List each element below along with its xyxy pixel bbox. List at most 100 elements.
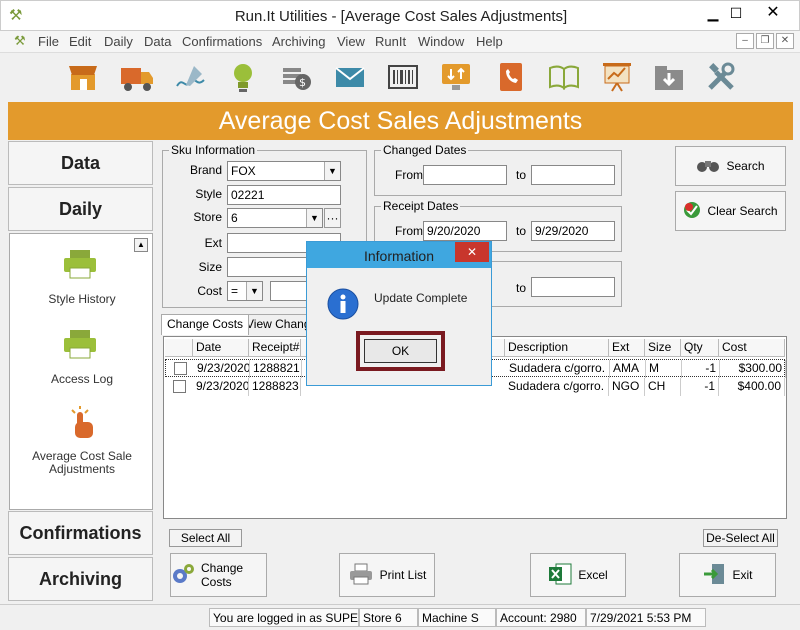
date-to-input[interactable]	[531, 277, 615, 297]
dialog-close-button[interactable]: ✕	[455, 242, 489, 262]
column-header-size[interactable]: Size	[645, 339, 681, 357]
print-list-button[interactable]: Print List	[339, 553, 435, 597]
excel-button[interactable]: Excel	[530, 553, 626, 597]
information-dialog: Information ✕ Update Complete OK	[306, 241, 492, 386]
status-bar: You are logged in as SUPER Store 6 Machi…	[0, 604, 800, 630]
receipt-from-input[interactable]: 9/20/2020	[423, 221, 507, 241]
dialog-body: Update Complete OK	[307, 268, 491, 385]
truck-icon[interactable]	[118, 58, 156, 96]
nav-confirmations-button[interactable]: Confirmations	[8, 511, 153, 555]
tools-icon[interactable]	[702, 58, 740, 96]
nav-item-average-cost-sale-adjustments[interactable]: Average Cost Sale Adjustments	[10, 406, 154, 486]
clear-search-button[interactable]: Clear Search	[675, 191, 786, 231]
presentation-icon[interactable]	[598, 58, 636, 96]
deselect-all-button[interactable]: De-Select All	[703, 529, 778, 547]
mdi-minimize-button[interactable]: –	[736, 33, 754, 49]
menu-confirmations[interactable]: Confirmations	[182, 34, 262, 49]
menu-view[interactable]: View	[337, 34, 365, 49]
menu-runit[interactable]: RunIt	[375, 34, 406, 49]
daily-items-panel: ▲ Style History Access Log Average Cost …	[9, 233, 153, 510]
nav-data-button[interactable]: Data	[8, 141, 153, 185]
column-header-ext[interactable]: Ext	[609, 339, 645, 357]
menu-data[interactable]: Data	[144, 34, 171, 49]
tab-view-change[interactable]: View Change	[240, 314, 310, 335]
receipt-to-input[interactable]: 9/29/2020	[531, 221, 615, 241]
store-browse-button[interactable]: ···	[324, 208, 341, 228]
search-button[interactable]: Search	[675, 146, 786, 186]
printer-icon	[62, 328, 102, 368]
dialog-title-bar: Information ✕	[307, 242, 491, 268]
row-cost: $300.00	[720, 360, 786, 378]
gears-icon	[171, 562, 195, 589]
column-header-date[interactable]: Date	[193, 339, 249, 357]
style-input[interactable]: 02221	[227, 185, 341, 205]
mdi-app-icon: ⚒	[14, 33, 26, 48]
select-all-button[interactable]: Select All	[169, 529, 242, 547]
changed-from-input[interactable]	[423, 165, 507, 185]
size-label: Size	[198, 260, 222, 274]
ext-label: Ext	[204, 236, 222, 250]
nav-daily-button[interactable]: Daily	[8, 187, 153, 231]
search-button-label: Search	[726, 159, 765, 173]
close-button[interactable]: ✕	[756, 1, 790, 25]
barcode-icon[interactable]	[384, 58, 422, 96]
nav-item-style-history[interactable]: Style History	[10, 244, 154, 310]
menu-archiving[interactable]: Archiving	[272, 34, 325, 49]
mail-icon[interactable]	[331, 58, 369, 96]
brand-select[interactable]: FOX ▼	[227, 161, 341, 181]
column-header-description[interactable]: Description	[505, 339, 609, 357]
changed-to-input[interactable]	[531, 165, 615, 185]
clear-icon	[683, 201, 701, 222]
cost-operator-select[interactable]: = ▼	[227, 281, 263, 301]
menu-daily[interactable]: Daily	[104, 34, 133, 49]
row-size: CH	[645, 378, 681, 396]
mdi-close-button[interactable]: ✕	[776, 33, 794, 49]
ok-button[interactable]: OK	[364, 339, 437, 363]
tab-change-costs[interactable]: Change Costs	[161, 314, 250, 335]
brand-label: Brand	[189, 163, 222, 177]
excel-icon	[548, 562, 572, 589]
store-select[interactable]: 6 ▼	[227, 208, 323, 228]
status-datetime: 7/29/2021 5:53 PM	[586, 608, 706, 627]
row-description: Sudadera c/gorro.	[505, 378, 609, 396]
nav-archiving-button[interactable]: Archiving	[8, 557, 153, 601]
menu-edit[interactable]: Edit	[69, 34, 91, 49]
row-date: 9/23/2020	[193, 378, 249, 396]
nav-item-label: Style History	[48, 292, 116, 306]
lightbulb-icon[interactable]	[224, 58, 262, 96]
row-checkbox[interactable]	[173, 380, 186, 393]
info-icon	[327, 288, 359, 320]
exit-button[interactable]: Exit	[679, 553, 776, 597]
chevron-down-icon: ▼	[306, 209, 322, 227]
window-title: Run.It Utilities - [Average Cost Sales A…	[234, 8, 568, 25]
column-header-qty[interactable]: Qty	[681, 339, 719, 357]
book-icon[interactable]	[545, 58, 583, 96]
printer-icon	[62, 248, 102, 288]
phone-book-icon[interactable]	[491, 58, 529, 96]
store-icon[interactable]	[64, 58, 102, 96]
page-banner: Average Cost Sales Adjustments	[8, 102, 793, 140]
maximize-button[interactable]: ☐	[719, 1, 753, 25]
nav-item-label: Average Cost Sale Adjustments	[32, 449, 132, 476]
money-icon[interactable]: $	[277, 58, 315, 96]
signature-icon[interactable]	[172, 58, 210, 96]
download-box-icon[interactable]	[650, 58, 688, 96]
menu-help[interactable]: Help	[476, 34, 503, 49]
nav-item-label: Access Log	[50, 372, 114, 386]
column-header-receipt[interactable]: Receipt#	[249, 339, 301, 357]
receipt-from-label: From	[395, 224, 423, 238]
transfer-icon[interactable]	[437, 58, 475, 96]
change-costs-button[interactable]: Change Costs	[170, 553, 267, 597]
mdi-restore-button[interactable]: ❐	[756, 33, 774, 49]
cost-operator-value: =	[231, 284, 239, 298]
column-header-cost[interactable]: Cost	[719, 339, 785, 357]
nav-item-access-log[interactable]: Access Log	[10, 324, 154, 390]
row-qty: -1	[681, 378, 719, 396]
group-title: Sku Information	[169, 143, 258, 157]
row-description: Sudadera c/gorro.	[506, 360, 610, 378]
cost-label: Cost	[197, 284, 222, 298]
status-machine: Machine S	[418, 608, 496, 627]
row-checkbox[interactable]	[174, 362, 187, 375]
menu-window[interactable]: Window	[418, 34, 464, 49]
menu-file[interactable]: File	[38, 34, 59, 49]
